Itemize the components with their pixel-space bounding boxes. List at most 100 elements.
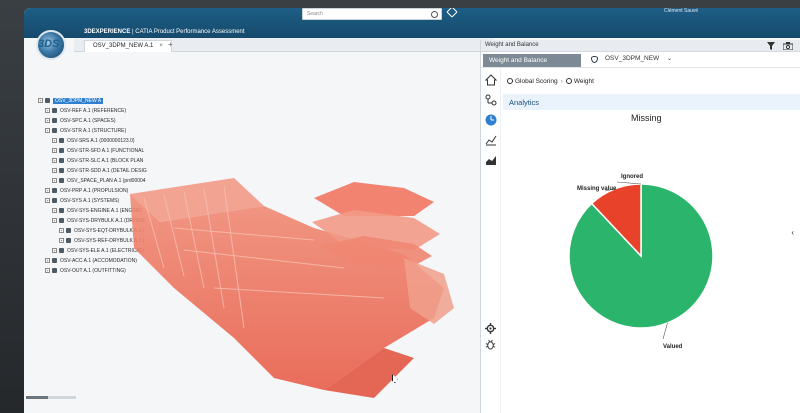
expand-icon[interactable]: + [52, 218, 57, 224]
breadcrumb-weight[interactable]: Weight [574, 78, 594, 85]
chevron-down-icon[interactable]: ⌄ [667, 55, 672, 62]
expand-icon[interactable]: + [52, 248, 57, 254]
camera-icon[interactable] [783, 42, 793, 50]
tab-document-label: OSV_3DPM_NEW A.1 [93, 43, 154, 49]
breadcrumb-global-scoring[interactable]: Global Scoring [515, 78, 558, 85]
expand-icon[interactable]: + [52, 158, 57, 164]
horizontal-scrollbar[interactable] [26, 396, 76, 399]
expand-icon[interactable]: + [45, 108, 50, 114]
tree-item-label: OSV-SRS A.1 (0000000123.0) [67, 138, 135, 144]
add-tab-icon[interactable]: + [168, 40, 173, 49]
tree-icon[interactable] [485, 94, 497, 106]
expand-icon[interactable]: + [38, 98, 43, 104]
chart-title: Missing [631, 113, 662, 123]
product-node-icon [59, 138, 64, 144]
app-title-rest: CATIA Product Performance Assessment [135, 29, 245, 35]
tree-item-label: OSV_3DPM_NEW A [53, 98, 104, 104]
ship-model[interactable] [114, 158, 454, 408]
tree-item-label: OSV-SYS A.1 (SYSTEMS) [60, 198, 120, 204]
tree-item-label: OSV-STR A.1 (STRUCTURE) [60, 128, 127, 134]
tree-item[interactable]: + OSV-SRS A.1 (0000000123.0) [38, 136, 168, 146]
tree-item[interactable]: + OSV-STR-SFD A.1 (FUNCTIONAL [38, 146, 168, 156]
user-name[interactable]: Clément Sauvé [664, 8, 698, 14]
expand-icon[interactable]: + [45, 118, 50, 124]
3d-viewport[interactable] [114, 158, 454, 408]
weight-icon [565, 78, 572, 85]
tree-item-label: OSV-SPC A.1 (SPACES) [60, 118, 116, 124]
expand-icon[interactable]: + [45, 198, 50, 204]
home-icon[interactable] [485, 74, 497, 86]
app-title: 3DEXPERIENCE | CATIA Product Performance… [84, 29, 245, 35]
pie-label: Valued [663, 344, 683, 350]
analytics-bar[interactable]: Analytics [503, 94, 800, 110]
breadcrumb: Global Scoring › Weight [507, 78, 594, 85]
tree-item-label: OSV-REF A.1 (REFERENCE) [60, 108, 127, 114]
gear-icon[interactable] [485, 323, 496, 334]
dataset-icon [591, 56, 598, 63]
scrollbar-thumb[interactable] [26, 396, 48, 399]
expand-icon[interactable]: + [52, 138, 57, 144]
tab-weight-balance[interactable]: Weight and Balance [483, 54, 581, 67]
product-node-icon [52, 108, 57, 114]
tab-strip: OSV_3DPM_NEW A.1 × + [74, 38, 494, 52]
panel-side-toolbar [481, 68, 501, 413]
product-node-icon [59, 208, 64, 214]
product-node-icon [52, 268, 57, 274]
expand-icon[interactable]: + [45, 258, 50, 264]
search-input[interactable]: Search [302, 8, 442, 20]
pie-leader-line [616, 181, 642, 185]
app-title-separator: | [132, 29, 134, 35]
expand-icon[interactable]: + [45, 188, 50, 194]
bug-icon[interactable] [485, 339, 496, 350]
product-node-icon [59, 168, 64, 174]
global-scoring-icon [507, 78, 513, 85]
expand-icon[interactable]: + [52, 178, 57, 184]
dataset-selector[interactable]: OSV_3DPM_NEW [605, 55, 659, 62]
app-title-prefix: 3DEXPERIENCE [84, 29, 131, 35]
pie-chart[interactable]: Valued Missing value Ignored [541, 128, 781, 368]
top-bar: 3DEXPERIENCE | CATIA Product Performance… [24, 8, 800, 38]
tree-item[interactable]: + OSV_3DPM_NEW A [38, 96, 168, 106]
breadcrumb-separator-icon: › [560, 78, 563, 85]
tab-document[interactable]: OSV_3DPM_NEW A.1 × [84, 40, 172, 52]
area-chart-icon[interactable] [485, 154, 497, 166]
product-node-icon [45, 98, 50, 104]
pie-label: Missing value [577, 186, 617, 192]
clock-icon[interactable] [485, 114, 497, 126]
product-node-icon [52, 258, 57, 264]
tree-item[interactable]: + OSV-STR A.1 (STRUCTURE) [38, 126, 168, 136]
close-icon[interactable]: × [159, 43, 163, 49]
panel-title: Weight and Balance [485, 42, 539, 48]
expand-icon[interactable]: + [52, 208, 57, 214]
expand-icon[interactable]: + [45, 268, 50, 274]
product-node-icon [66, 238, 71, 244]
search-icon[interactable] [431, 11, 438, 18]
expand-icon[interactable]: + [59, 228, 64, 234]
filter-icon[interactable] [767, 42, 775, 50]
tag-icon[interactable] [446, 8, 458, 18]
product-node-icon [59, 248, 64, 254]
analytics-label: Analytics [509, 98, 540, 107]
panel-header: Weight and Balance [481, 40, 800, 52]
product-node-icon [52, 188, 57, 194]
tree-item[interactable]: + OSV-SPC A.1 (SPACES) [38, 116, 168, 126]
search-placeholder: Search [307, 11, 323, 17]
expand-icon[interactable]: + [52, 148, 57, 154]
tree-item-label: OSV-STR-SFD A.1 (FUNCTIONAL [67, 148, 145, 154]
expand-icon[interactable]: + [52, 168, 57, 174]
expand-icon[interactable]: + [45, 128, 50, 134]
chevron-left-icon[interactable]: ‹ [791, 228, 794, 237]
weight-balance-panel: Weight and Balance Weight and Balance OS… [480, 40, 800, 413]
product-node-icon [59, 178, 64, 184]
line-chart-icon[interactable] [485, 134, 497, 146]
app-screen: 3DEXPERIENCE | CATIA Product Performance… [24, 8, 800, 413]
pie-leader-line [662, 322, 668, 340]
product-node-icon [66, 228, 71, 234]
tree-item[interactable]: + OSV-REF A.1 (REFERENCE) [38, 106, 168, 116]
panel-toolbar: Weight and Balance OSV_3DPM_NEW ⌄ [481, 52, 800, 68]
expand-icon[interactable]: + [59, 238, 64, 244]
product-node-icon [59, 158, 64, 164]
product-node-icon [52, 118, 57, 124]
product-node-icon [59, 148, 64, 154]
product-node-icon [52, 198, 57, 204]
